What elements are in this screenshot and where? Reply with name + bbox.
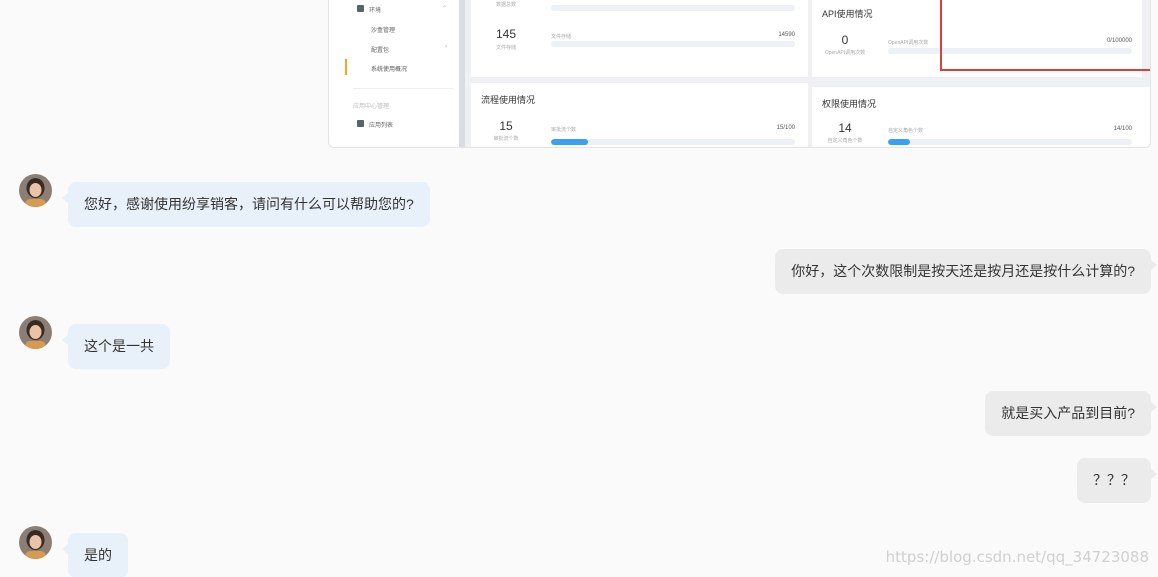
- sidebar-item-usage: 系统使用概况: [371, 67, 408, 73]
- message-bubble: 您好，感谢使用纷享销客，请问有什么可以帮助您的?: [62, 182, 430, 227]
- api-bar-label: OpenAPI调用次数: [888, 40, 929, 46]
- screenshot-main: 数据总数 145 文件存储 文件存储 14590 API使用情况 0 OpenA…: [465, 0, 1150, 147]
- flow-bar-label: 审批流个数: [551, 127, 577, 133]
- api-number-sub: OpenAPI调用次数: [824, 50, 866, 56]
- permission-progress-bar: [888, 139, 1132, 145]
- storage-bar-count: 14590: [778, 32, 795, 38]
- person-avatar-icon: [19, 526, 52, 559]
- storage-card: 数据总数 145 文件存储 文件存储 14590: [471, 0, 808, 77]
- flow-usage-card: 流程使用情况 15 审批流个数 审批流个数 15/100: [471, 83, 808, 147]
- agent-avatar[interactable]: [19, 174, 52, 207]
- permission-card-title: 权限使用情况: [822, 99, 877, 109]
- sidebar-item-config: 配置包: [371, 48, 390, 54]
- message-bubble: 是的: [62, 533, 128, 577]
- chat-window: 环境 ⌃ 沙盒管理 配置包 › 系统使用概况 应用中心管理 应用列表 数据总数 …: [0, 0, 1158, 577]
- environment-icon: [357, 5, 364, 12]
- watermark-text: https://blog.csdn.net/qq_34723088: [885, 548, 1149, 566]
- agent-avatar[interactable]: [19, 316, 52, 349]
- permission-number: 14: [838, 121, 852, 135]
- storage-number: 145: [495, 27, 517, 41]
- storage-top-sub: 数据总数: [495, 2, 516, 8]
- message-bubble: 这个是一共: [62, 324, 170, 369]
- chevron-up-icon: ⌃: [441, 6, 447, 12]
- permission-number-sub: 自定义角色个数: [827, 138, 863, 144]
- permission-progress-fill: [888, 139, 910, 145]
- highlight-box: [940, 0, 1150, 71]
- agent-avatar[interactable]: [19, 526, 52, 559]
- message-bubble: ？？？: [1077, 458, 1157, 503]
- storage-top-bar: [551, 5, 795, 11]
- storage-bar-label: 文件存储: [551, 34, 572, 40]
- permission-bar-label: 自定义角色个数: [888, 128, 924, 134]
- permission-bar-count: 14/100: [1113, 126, 1132, 132]
- grid-icon: [357, 120, 364, 127]
- sidebar-group-label: 应用中心管理: [353, 104, 390, 110]
- flow-number-sub: 审批流个数: [493, 136, 519, 142]
- permission-usage-card: 权限使用情况 14 自定义角色个数 自定义角色个数 14/100: [812, 87, 1150, 147]
- message-bubble: 你好，这个次数限制是按天还是按月还是按什么计算的?: [775, 249, 1157, 294]
- message-bubble: 就是买入产品到目前?: [985, 391, 1157, 436]
- flow-card-title: 流程使用情况: [481, 95, 536, 105]
- api-number: 0: [841, 33, 849, 47]
- flow-bar-count: 15/100: [776, 125, 795, 131]
- sidebar-env-label: 环境: [369, 8, 382, 14]
- api-card-title: API使用情况: [822, 9, 873, 19]
- person-avatar-icon: [19, 174, 52, 207]
- sidebar-divider: [353, 88, 453, 89]
- screenshot-sidebar: 环境 ⌃ 沙盒管理 配置包 › 系统使用概况 应用中心管理 应用列表: [339, 0, 457, 147]
- sidebar-item-apps: 应用列表: [369, 123, 394, 129]
- flow-progress-fill: [551, 139, 588, 145]
- person-avatar-icon: [19, 316, 52, 349]
- sidebar-item-sandbox: 沙盒管理: [371, 28, 396, 34]
- storage-progress-bar: [551, 41, 795, 47]
- storage-number-sub: 文件存储: [495, 45, 516, 51]
- chevron-right-icon: ›: [445, 44, 447, 50]
- flow-progress-bar: [551, 139, 795, 145]
- flow-number: 15: [499, 119, 513, 133]
- shared-screenshot-image[interactable]: 环境 ⌃ 沙盒管理 配置包 › 系统使用概况 应用中心管理 应用列表 数据总数 …: [328, 0, 1151, 148]
- sidebar-selected-indicator: [345, 59, 347, 75]
